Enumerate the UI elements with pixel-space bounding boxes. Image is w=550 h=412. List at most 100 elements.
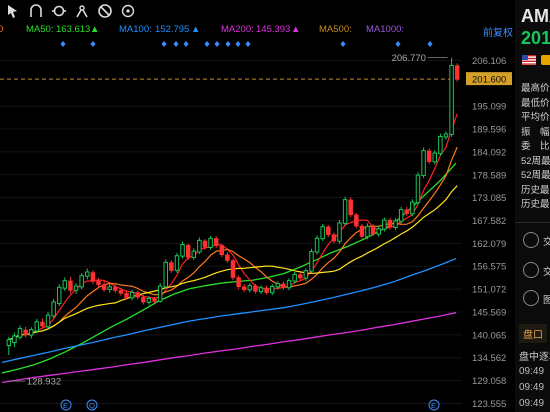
candle-body <box>185 244 191 258</box>
ma100-label: MA100: <box>119 24 152 35</box>
candle-body <box>286 280 292 289</box>
divider <box>515 222 550 223</box>
candle-body <box>113 286 118 291</box>
candle-body <box>426 150 432 162</box>
compass-icon[interactable] <box>72 1 92 21</box>
candle-body <box>404 209 409 214</box>
candle-body <box>298 274 303 279</box>
candle-body <box>281 283 286 288</box>
candle-body <box>6 339 12 347</box>
aim-icon[interactable] <box>118 1 138 21</box>
y-tick-label: 129.058 <box>472 376 506 387</box>
candle-body <box>152 298 157 302</box>
y-tick-label: 151.072 <box>472 285 506 296</box>
candle-body <box>213 238 219 246</box>
candle-body <box>40 321 45 327</box>
ma50-label: MA50: <box>26 24 54 35</box>
trade-icon[interactable] <box>523 232 539 248</box>
candle-body <box>410 201 415 215</box>
candle-body <box>28 329 34 336</box>
event-marker-icon <box>204 41 210 47</box>
candle-body <box>247 285 253 291</box>
candle-body <box>236 277 241 288</box>
y-tick-label: 195.099 <box>472 102 506 113</box>
y-tick-label: 134.562 <box>472 353 506 364</box>
tick-deals-title: 盘中逐笔 <box>519 352 550 363</box>
trade-label: 交 <box>543 237 550 248</box>
candle-body <box>337 222 342 242</box>
candle-body <box>253 285 258 292</box>
candle-body <box>449 64 454 135</box>
candle-body <box>320 226 325 240</box>
candle-body <box>415 174 421 204</box>
y-tick-label: 206.106 <box>472 56 506 67</box>
candle-body <box>107 286 112 290</box>
ma1000-label: MA1000: <box>366 24 405 35</box>
event-marker-icon <box>183 41 189 47</box>
candle-body <box>191 250 197 258</box>
moving-average-legend: 0 MA50: 163.613 ▲ MA100: 152.795 ▲ MA200… <box>0 22 515 39</box>
stat-label: 委 比 <box>521 141 550 152</box>
candle-body <box>73 285 79 291</box>
candle-body <box>398 209 404 222</box>
candle-body <box>62 280 68 289</box>
candle-body <box>454 65 460 80</box>
transaction-icon[interactable] <box>523 262 539 278</box>
event-marker-icon <box>60 41 66 47</box>
candle-body <box>169 262 174 271</box>
arch-icon[interactable] <box>26 1 46 21</box>
candle-body <box>157 285 163 302</box>
candle-body <box>141 297 146 303</box>
event-marker-icon <box>427 41 433 47</box>
ma50-arrow-icon: ▲ <box>90 24 100 35</box>
event-marker-icon <box>90 41 96 47</box>
ring-icon[interactable] <box>49 1 69 21</box>
transaction-label: 交 <box>543 267 550 278</box>
candle-body <box>202 240 208 248</box>
order-book-tab[interactable]: 盘口 <box>519 324 547 343</box>
candle-body <box>314 237 320 253</box>
candle-body <box>292 273 297 282</box>
candle-body <box>68 280 73 291</box>
candle-body <box>101 284 107 290</box>
ma200-arrow-icon: ▲ <box>291 24 301 35</box>
stat-label: 52周最 <box>521 170 550 181</box>
candle-body <box>85 271 90 277</box>
candle-body <box>303 270 309 279</box>
quote-panel: AMA 201 最高价最低价平均价振 幅委 比52周最52周最历史最历史最 交 … <box>515 0 550 412</box>
event-icon-letter: Q <box>89 401 95 410</box>
us-flag-icon <box>522 55 536 65</box>
ma10-value: 0 <box>0 24 4 35</box>
candle-body <box>387 219 393 228</box>
deal-time: 09:49 <box>519 398 545 409</box>
candle-body <box>342 199 348 224</box>
chart-icon[interactable] <box>523 290 539 306</box>
stat-label: 最高价 <box>521 83 550 94</box>
ma-line-ma50 <box>1 162 457 374</box>
ma100-arrow-icon: ▲ <box>191 24 201 35</box>
y-tick-label: 189.596 <box>472 125 506 136</box>
candle-body <box>393 220 398 228</box>
stat-label: 历史最 <box>521 184 550 196</box>
candle-body <box>331 234 337 242</box>
cursor-icon[interactable] <box>3 1 23 21</box>
event-marker-icon <box>340 41 346 47</box>
stat-label: 最低价 <box>521 97 550 109</box>
candle-body <box>275 283 281 288</box>
deal-time: 09:49 <box>519 366 545 377</box>
ma500-label: MA500: <box>319 24 352 35</box>
candle-body <box>57 286 62 305</box>
candle-body <box>354 214 359 227</box>
ma100-value: 152.795 <box>155 24 190 35</box>
stat-label: 历史最 <box>521 199 550 210</box>
candlestick-chart[interactable]: 206.106 201.600 195.099 189.596 184.092 178.5… <box>0 38 515 412</box>
drawing-toolbar <box>0 0 515 22</box>
candle-body <box>348 199 353 216</box>
deal-time: 09:49 <box>519 382 545 393</box>
forward-adjust-button[interactable]: 前复权 <box>483 24 513 39</box>
candle-body <box>241 286 247 290</box>
market-badge-icon <box>541 55 550 65</box>
candle-body <box>230 260 236 278</box>
candle-body <box>376 228 381 235</box>
no-entry-icon[interactable] <box>95 1 115 21</box>
